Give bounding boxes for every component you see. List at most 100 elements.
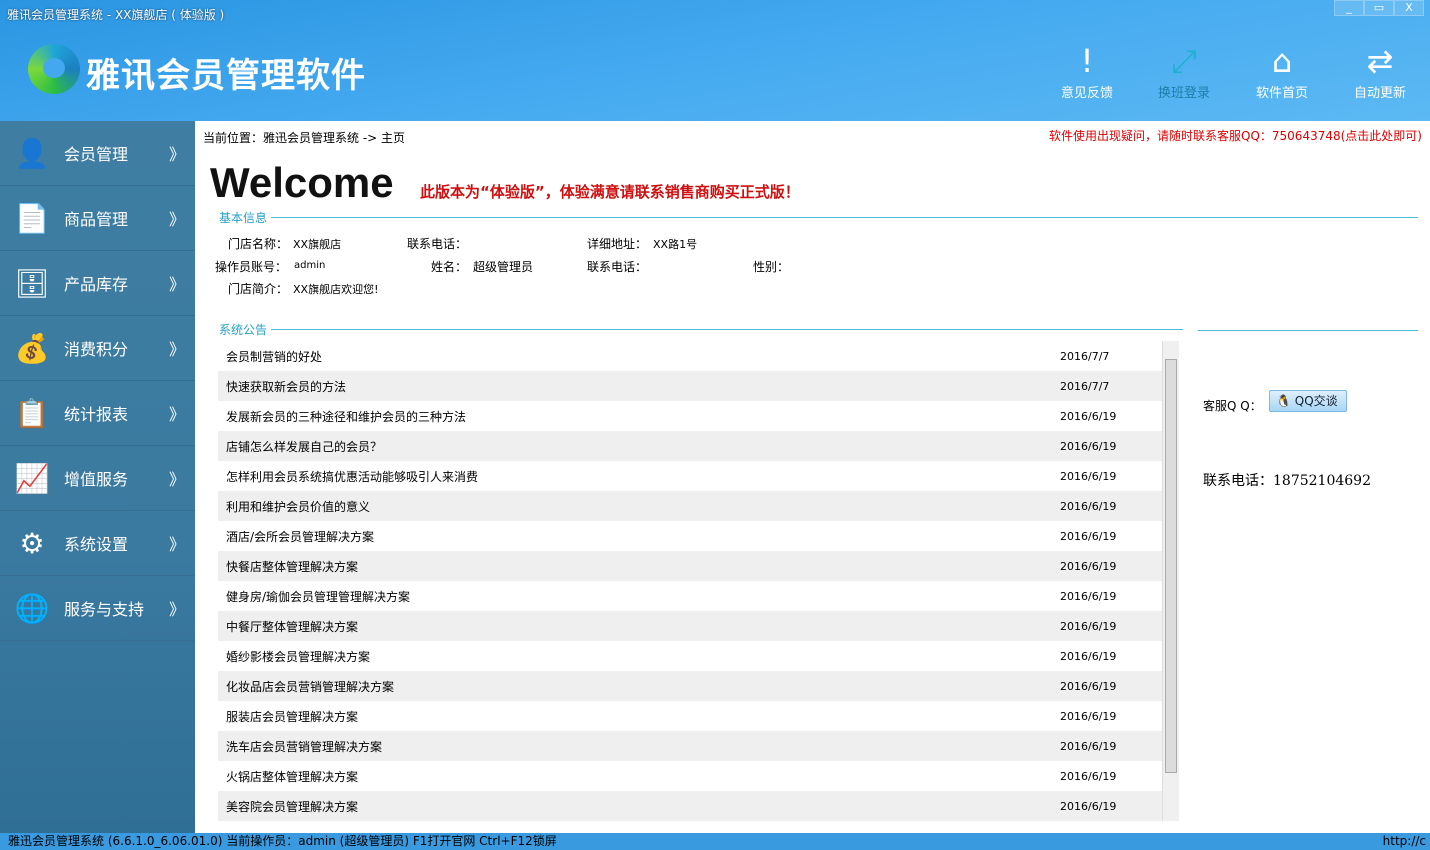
maximize-button[interactable]: ▭ — [1364, 0, 1394, 16]
announcement-title[interactable]: 发展新会员的三种途径和维护会员的三种方法 — [226, 408, 466, 425]
minimize-button[interactable]: _ — [1334, 0, 1364, 16]
operator-value: admin — [294, 260, 326, 271]
gender-label: 性别： — [753, 260, 790, 274]
announcement-item[interactable]: 快餐店整体管理解决方案 2016/6/19 — [218, 551, 1162, 581]
announcement-date: 2016/7/7 — [1060, 349, 1110, 363]
announcement-title[interactable]: 店铺怎么样发展自己的会员？ — [226, 438, 382, 455]
document-icon: 📄 — [14, 201, 50, 235]
announcement-item[interactable]: 化妆品店会员营销管理解决方案 2016/6/19 — [218, 671, 1162, 701]
chevron-right-icon: 》 — [168, 340, 185, 359]
support-notice-link[interactable]: 软件使用出现疑问，请随时联系客服QQ：750643748(点击此处即可) — [1049, 127, 1422, 144]
chevron-right-icon: 》 — [168, 405, 185, 424]
announcement-item[interactable]: 快速获取新会员的方法 2016/7/7 — [218, 371, 1162, 401]
home-button[interactable]: ⌂ 软件首页 — [1242, 42, 1322, 101]
globe-icon: 🌐 — [14, 591, 50, 625]
header: 雅讯会员管理系统 - XX旗舰店 ( 体验版 ) _ ▭ X 雅讯会员管理软件 … — [0, 0, 1430, 121]
cabinet-icon: 🗄 — [14, 266, 50, 300]
announcement-item[interactable]: 健身房/瑜伽会员管理管理解决方案 2016/6/19 — [218, 581, 1162, 611]
phone-label: 联系电话： — [407, 237, 468, 251]
announcement-item[interactable]: 婚纱影楼会员管理解决方案 2016/6/19 — [218, 641, 1162, 671]
window-title: 雅讯会员管理系统 - XX旗舰店 ( 体验版 ) — [7, 8, 225, 22]
close-button[interactable]: X — [1394, 0, 1424, 16]
sidebar-item-label: 增值服务 — [64, 470, 129, 489]
announcement-title[interactable]: 中餐厅整体管理解决方案 — [226, 618, 358, 635]
sidebar-item-inventory[interactable]: 🗄 产品库存 》 — [0, 251, 195, 316]
home-label: 软件首页 — [1255, 86, 1308, 101]
auto-update-button[interactable]: ⇄ 自动更新 — [1340, 42, 1420, 101]
announcement-date: 2016/6/19 — [1060, 439, 1117, 453]
phone2-label: 联系电话： — [587, 260, 648, 274]
announcement-date: 2016/6/19 — [1060, 529, 1117, 543]
trial-notice: 此版本为“体验版”，体验满意请联系销售商购买正式版！ — [420, 183, 800, 201]
announcement-list: 会员制营销的好处 2016/7/7 快速获取新会员的方法 2016/7/7 发展新会员的… — [218, 341, 1162, 821]
store-name-label: 门店名称： — [228, 237, 289, 251]
sidebar-item-support[interactable]: 🌐 服务与支持 》 — [0, 576, 195, 641]
announcement-title[interactable]: 利用和维护会员价值的意义 — [226, 498, 370, 515]
announcement-title[interactable]: 酒店/会所会员管理解决方案 — [226, 528, 374, 545]
scrollbar-thumb[interactable] — [1165, 359, 1177, 773]
exclamation-icon: ! — [1080, 42, 1094, 80]
announcement-title[interactable]: 火锅店整体管理解决方案 — [226, 768, 358, 785]
announcement-item[interactable]: 中餐厅整体管理解决方案 2016/6/19 — [218, 611, 1162, 641]
sidebar-item-label: 统计报表 — [64, 405, 129, 424]
qq-chat-button[interactable]: 🐧 QQ交谈 — [1269, 390, 1347, 412]
sidebar-item-label: 系统设置 — [64, 535, 129, 554]
announcement-item[interactable]: 服装店会员管理解决方案 2016/6/19 — [218, 701, 1162, 731]
announcement-title[interactable]: 健身房/瑜伽会员管理管理解决方案 — [226, 588, 410, 605]
announcement-title[interactable]: 美容院会员管理解决方案 — [226, 798, 358, 815]
scrollbar[interactable] — [1162, 341, 1179, 821]
name-label: 姓名： — [431, 260, 468, 274]
announcement-item[interactable]: 洗车店会员营销管理解决方案 2016/6/19 — [218, 731, 1162, 761]
breadcrumb: 当前位置：雅迅会员管理系统 -> 主页 — [203, 131, 406, 145]
feedback-label: 意见反馈 — [1060, 86, 1113, 101]
announcement-item[interactable]: 发展新会员的三种途径和维护会员的三种方法 2016/6/19 — [218, 401, 1162, 431]
qq-label: 客服Q Q： — [1203, 399, 1262, 413]
chart-icon: 📈 — [14, 461, 50, 495]
chevron-right-icon: 》 — [168, 145, 185, 164]
qq-chat-label: QQ交谈 — [1294, 394, 1338, 408]
main-panel: 当前位置：雅迅会员管理系统 -> 主页 软件使用出现疑问，请随时联系客服QQ：7… — [195, 121, 1430, 833]
sidebar-item-points[interactable]: 💰 消费积分 》 — [0, 316, 195, 381]
section-title: 基本信息 — [215, 209, 272, 226]
announcement-item[interactable]: 利用和维护会员价值的意义 2016/6/19 — [218, 491, 1162, 521]
shift-login-button[interactable]: ⤢ 换班登录 — [1144, 42, 1224, 101]
chevron-right-icon: 》 — [168, 275, 185, 294]
announcement-title[interactable]: 服装店会员管理解决方案 — [226, 708, 358, 725]
status-text: 雅迅会员管理系统 (6.6.1.0_6.06.01.0) 当前操作员：admin… — [8, 834, 557, 848]
announcement-title[interactable]: 快速获取新会员的方法 — [226, 378, 346, 395]
announcement-item[interactable]: 会员制营销的好处 2016/7/7 — [218, 341, 1162, 371]
clipboard-icon: 📋 — [14, 396, 50, 430]
window-controls: _ ▭ X — [1334, 0, 1424, 16]
announcement-date: 2016/6/19 — [1060, 769, 1117, 783]
announcement-item[interactable]: 怎样利用会员系统搞优惠活动能够吸引人来消费 2016/6/19 — [218, 461, 1162, 491]
announcement-item[interactable]: 火锅店整体管理解决方案 2016/6/19 — [218, 761, 1162, 791]
announcement-title[interactable]: 婚纱影楼会员管理解决方案 — [226, 648, 370, 665]
announcement-title[interactable]: 化妆品店会员营销管理解决方案 — [226, 678, 394, 695]
sidebar-item-settings[interactable]: ⚙ 系统设置 》 — [0, 511, 195, 576]
money-bag-icon: 💰 — [14, 331, 50, 365]
sidebar-item-products[interactable]: 📄 商品管理 》 — [0, 186, 195, 251]
app-title: 雅讯会员管理软件 — [86, 56, 366, 96]
announcement-date: 2016/6/19 — [1060, 499, 1117, 513]
announcement-title[interactable]: 洗车店会员营销管理解决方案 — [226, 738, 382, 755]
sidebar-item-reports[interactable]: 📋 统计报表 》 — [0, 381, 195, 446]
feedback-button[interactable]: ! 意见反馈 — [1047, 42, 1127, 101]
announcement-title[interactable]: 会员制营销的好处 — [226, 348, 322, 365]
announcement-date: 2016/6/19 — [1060, 589, 1117, 603]
announcement-item[interactable]: 酒店/会所会员管理解决方案 2016/6/19 — [218, 521, 1162, 551]
sidebar-item-value-added[interactable]: 📈 增值服务 》 — [0, 446, 195, 511]
status-url: http://c — [1382, 834, 1426, 848]
address-value: XX路1号 — [653, 238, 698, 251]
announcement-title[interactable]: 快餐店整体管理解决方案 — [226, 558, 358, 575]
announcement-date: 2016/6/19 — [1060, 559, 1117, 573]
sidebar-item-members[interactable]: 👤 会员管理 》 — [0, 121, 195, 186]
address-label: 详细地址： — [587, 237, 648, 251]
name-value: 超级管理员 — [473, 260, 534, 274]
qq-penguin-icon: 🐧 — [1276, 394, 1291, 408]
chevron-right-icon: 》 — [168, 535, 185, 554]
announcement-title[interactable]: 怎样利用会员系统搞优惠活动能够吸引人来消费 — [226, 468, 478, 485]
store-name-value: XX旗舰店 — [293, 238, 342, 251]
announcement-item[interactable]: 店铺怎么样发展自己的会员？ 2016/6/19 — [218, 431, 1162, 461]
user-icon: 👤 — [14, 136, 50, 170]
announcement-item[interactable]: 美容院会员管理解决方案 2016/6/19 — [218, 791, 1162, 821]
